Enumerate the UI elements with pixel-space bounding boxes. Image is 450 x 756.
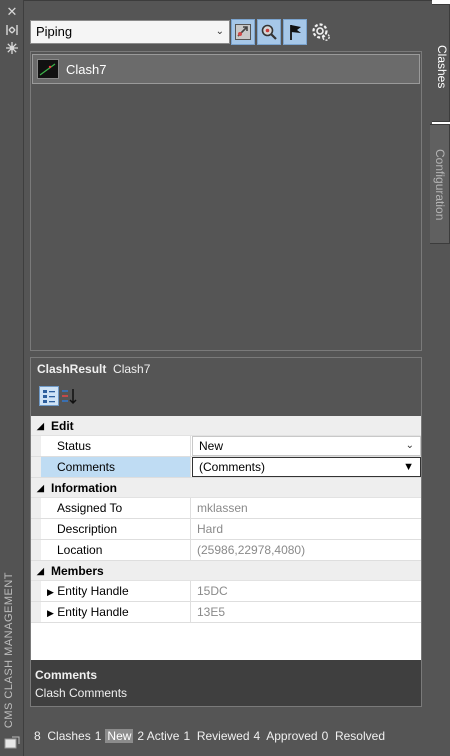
property-row-assigned-to: Assigned To mklassen: [31, 498, 421, 519]
properties-object-name: Clash7: [113, 362, 151, 376]
categorized-view-button[interactable]: [39, 386, 59, 406]
description-value: Hard: [197, 522, 224, 536]
comments-dropdown[interactable]: (Comments) ▼: [192, 457, 421, 477]
category-edit[interactable]: ◢ Edit: [31, 416, 421, 436]
settings-icon: [312, 23, 330, 41]
categorized-icon: [43, 390, 55, 403]
status-clashes[interactable]: 8 Clashes: [34, 729, 91, 743]
properties-icon[interactable]: [4, 42, 20, 56]
property-row-status: Status New ⌄: [31, 436, 421, 457]
tab-clashes[interactable]: Clashes: [432, 4, 450, 122]
status-reviewed[interactable]: 1 Reviewed: [183, 729, 249, 743]
category-information-label: Information: [51, 481, 117, 495]
palette-menu-icon[interactable]: [4, 736, 20, 750]
settings-button[interactable]: [309, 19, 333, 45]
status-resolved[interactable]: 0 Resolved: [322, 729, 385, 743]
expand-triangle-icon[interactable]: ▶: [47, 608, 54, 618]
comments-value: (Comments): [199, 460, 266, 474]
clash-management-panel: Piping ⌄ Clash7 ClashResult Clash7 ◢ Edi…: [24, 0, 432, 756]
chevron-down-icon: ⌄: [405, 440, 414, 451]
zoom-to-clash-button[interactable]: [231, 19, 255, 45]
properties-toolbar: [39, 385, 79, 407]
status-new[interactable]: New: [105, 729, 134, 743]
category-information[interactable]: ◢ Information: [31, 478, 421, 498]
flag-button[interactable]: [283, 19, 307, 45]
clash-list-item[interactable]: Clash7: [32, 54, 420, 84]
find-clash-button[interactable]: [257, 19, 281, 45]
property-row-description: Description Hard: [31, 519, 421, 540]
property-description-panel: Comments Clash Comments: [31, 660, 421, 706]
tab-configuration[interactable]: Configuration: [430, 124, 450, 244]
properties-object-type: ClashResult: [37, 362, 107, 376]
property-description-text: Clash Comments: [35, 686, 128, 700]
find-clash-icon: [261, 24, 277, 40]
assigned-to-label: Assigned To: [41, 498, 191, 518]
tab-configuration-label: Configuration: [433, 149, 447, 221]
chevron-down-icon: ⌄: [215, 26, 224, 37]
chevron-down-icon: ▼: [403, 461, 414, 473]
category-members[interactable]: ◢ Members: [31, 561, 421, 581]
collapse-triangle-icon: ◢: [37, 483, 44, 493]
status-dropdown[interactable]: New ⌄: [192, 436, 421, 456]
entity-handle-value: 15DC: [197, 584, 228, 598]
discipline-filter-value: Piping: [36, 24, 73, 39]
palette-title-bar: ✕ CMS CLASH MANAGEMENT: [0, 0, 24, 756]
auto-hide-icon[interactable]: [4, 24, 20, 38]
status-value: New: [199, 439, 224, 453]
property-row-entity-handle[interactable]: ▶ Entity Handle 13E5: [31, 602, 421, 623]
status-approved[interactable]: 4 Approved: [254, 729, 318, 743]
discipline-filter-dropdown[interactable]: Piping ⌄: [30, 20, 230, 44]
assigned-to-value: mklassen: [197, 501, 248, 515]
clash-list-item-label: Clash7: [66, 61, 107, 77]
palette-title: CMS CLASH MANAGEMENT: [3, 571, 15, 728]
location-label: Location: [41, 540, 191, 560]
close-icon[interactable]: ✕: [4, 5, 20, 19]
category-members-label: Members: [51, 564, 104, 578]
category-edit-label: Edit: [51, 419, 74, 433]
alphabetical-view-button[interactable]: [61, 386, 79, 406]
status-active[interactable]: 2 Active: [137, 729, 179, 743]
property-row-location: Location (25986,22978,4080): [31, 540, 421, 561]
clash-status-bar: 8 Clashes 1 New 2 Active 1 Reviewed 4 Ap…: [34, 727, 389, 745]
entity-handle-label: Entity Handle: [57, 605, 129, 619]
description-label: Description: [41, 519, 191, 539]
clash-properties-panel: ClashResult Clash7 ◢ Edit Status New ⌄ C…: [30, 357, 422, 707]
status-new-count: 1: [94, 729, 102, 743]
location-value: (25986,22978,4080): [197, 543, 306, 557]
property-row-comments: Comments (Comments) ▼: [31, 457, 421, 478]
collapse-triangle-icon: ◢: [37, 421, 44, 431]
clash-list: Clash7: [30, 51, 422, 351]
properties-header: ClashResult Clash7: [37, 362, 150, 376]
sort-alphabetical-icon: [62, 389, 77, 405]
expand-triangle-icon[interactable]: ▶: [47, 587, 54, 597]
tab-clashes-label: Clashes: [435, 45, 449, 89]
property-row-entity-handle[interactable]: ▶ Entity Handle 15DC: [31, 581, 421, 602]
collapse-triangle-icon: ◢: [37, 566, 44, 576]
entity-handle-value: 13E5: [197, 605, 226, 619]
property-grid: ◢ Edit Status New ⌄ Comments (Comments) …: [31, 416, 421, 660]
property-description-title: Comments: [35, 668, 98, 682]
flag-icon: [290, 25, 301, 40]
status-label: Status: [41, 436, 191, 456]
comments-label: Comments: [41, 457, 191, 477]
entity-handle-label: Entity Handle: [57, 584, 129, 598]
zoom-to-clash-icon: [235, 24, 251, 40]
clash-thumbnail: [37, 59, 59, 79]
tab-strip-background: [432, 244, 450, 756]
